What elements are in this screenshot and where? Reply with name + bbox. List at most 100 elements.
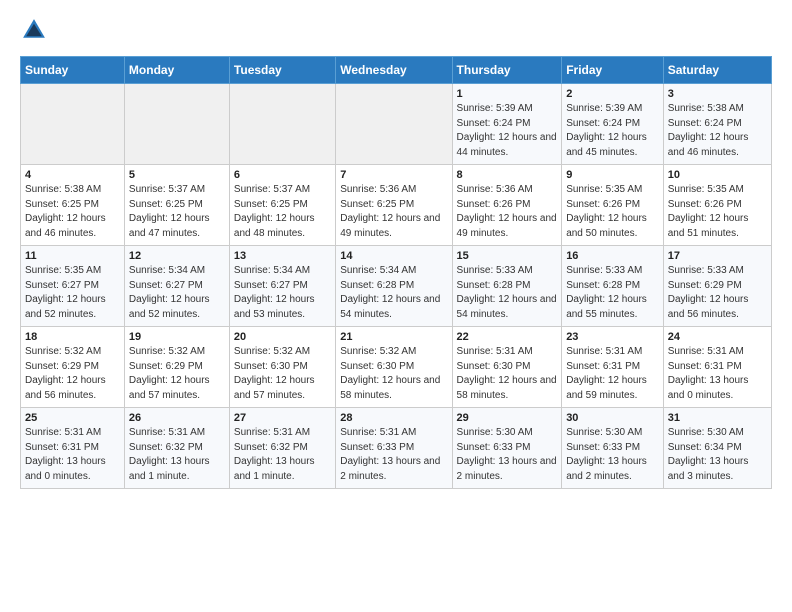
day-number: 4 — [25, 169, 120, 181]
day-info: Sunrise: 5:37 AMSunset: 6:25 PMDaylight:… — [129, 183, 225, 241]
day-number: 25 — [25, 412, 120, 424]
day-cell — [336, 84, 452, 165]
day-info: Sunrise: 5:31 AMSunset: 6:33 PMDaylight:… — [340, 426, 447, 484]
col-header-thursday: Thursday — [452, 57, 562, 84]
header — [20, 16, 772, 44]
day-cell: 6 Sunrise: 5:37 AMSunset: 6:25 PMDayligh… — [229, 165, 335, 246]
day-number: 12 — [129, 250, 225, 262]
logo — [20, 16, 52, 44]
day-number: 8 — [457, 169, 558, 181]
day-cell: 21 Sunrise: 5:32 AMSunset: 6:30 PMDaylig… — [336, 327, 452, 408]
day-info: Sunrise: 5:32 AMSunset: 6:30 PMDaylight:… — [340, 345, 447, 403]
day-number: 27 — [234, 412, 331, 424]
day-info: Sunrise: 5:35 AMSunset: 6:26 PMDaylight:… — [566, 183, 659, 241]
day-cell: 9 Sunrise: 5:35 AMSunset: 6:26 PMDayligh… — [562, 165, 664, 246]
day-cell: 27 Sunrise: 5:31 AMSunset: 6:32 PMDaylig… — [229, 408, 335, 489]
day-cell: 2 Sunrise: 5:39 AMSunset: 6:24 PMDayligh… — [562, 84, 664, 165]
day-number: 20 — [234, 331, 331, 343]
calendar-table: SundayMondayTuesdayWednesdayThursdayFrid… — [20, 56, 772, 489]
day-info: Sunrise: 5:32 AMSunset: 6:30 PMDaylight:… — [234, 345, 331, 403]
day-number: 2 — [566, 88, 659, 100]
day-cell: 16 Sunrise: 5:33 AMSunset: 6:28 PMDaylig… — [562, 246, 664, 327]
day-number: 10 — [668, 169, 767, 181]
day-cell: 3 Sunrise: 5:38 AMSunset: 6:24 PMDayligh… — [663, 84, 771, 165]
day-info: Sunrise: 5:30 AMSunset: 6:34 PMDaylight:… — [668, 426, 767, 484]
day-cell: 14 Sunrise: 5:34 AMSunset: 6:28 PMDaylig… — [336, 246, 452, 327]
day-cell: 5 Sunrise: 5:37 AMSunset: 6:25 PMDayligh… — [124, 165, 229, 246]
day-info: Sunrise: 5:31 AMSunset: 6:32 PMDaylight:… — [234, 426, 331, 484]
day-number: 11 — [25, 250, 120, 262]
col-header-wednesday: Wednesday — [336, 57, 452, 84]
day-cell — [21, 84, 125, 165]
day-number: 26 — [129, 412, 225, 424]
day-cell: 17 Sunrise: 5:33 AMSunset: 6:29 PMDaylig… — [663, 246, 771, 327]
week-row-4: 18 Sunrise: 5:32 AMSunset: 6:29 PMDaylig… — [21, 327, 772, 408]
day-number: 24 — [668, 331, 767, 343]
day-info: Sunrise: 5:31 AMSunset: 6:31 PMDaylight:… — [25, 426, 120, 484]
day-cell: 31 Sunrise: 5:30 AMSunset: 6:34 PMDaylig… — [663, 408, 771, 489]
day-cell — [124, 84, 229, 165]
day-cell — [229, 84, 335, 165]
day-number: 30 — [566, 412, 659, 424]
day-number: 5 — [129, 169, 225, 181]
day-cell: 8 Sunrise: 5:36 AMSunset: 6:26 PMDayligh… — [452, 165, 562, 246]
day-cell: 18 Sunrise: 5:32 AMSunset: 6:29 PMDaylig… — [21, 327, 125, 408]
day-number: 21 — [340, 331, 447, 343]
day-number: 7 — [340, 169, 447, 181]
day-info: Sunrise: 5:30 AMSunset: 6:33 PMDaylight:… — [457, 426, 558, 484]
day-info: Sunrise: 5:39 AMSunset: 6:24 PMDaylight:… — [566, 102, 659, 160]
day-number: 23 — [566, 331, 659, 343]
day-info: Sunrise: 5:37 AMSunset: 6:25 PMDaylight:… — [234, 183, 331, 241]
day-number: 6 — [234, 169, 331, 181]
day-info: Sunrise: 5:30 AMSunset: 6:33 PMDaylight:… — [566, 426, 659, 484]
day-cell: 15 Sunrise: 5:33 AMSunset: 6:28 PMDaylig… — [452, 246, 562, 327]
day-info: Sunrise: 5:31 AMSunset: 6:31 PMDaylight:… — [668, 345, 767, 403]
day-number: 3 — [668, 88, 767, 100]
week-row-5: 25 Sunrise: 5:31 AMSunset: 6:31 PMDaylig… — [21, 408, 772, 489]
col-header-friday: Friday — [562, 57, 664, 84]
day-info: Sunrise: 5:32 AMSunset: 6:29 PMDaylight:… — [25, 345, 120, 403]
day-info: Sunrise: 5:38 AMSunset: 6:25 PMDaylight:… — [25, 183, 120, 241]
day-cell: 26 Sunrise: 5:31 AMSunset: 6:32 PMDaylig… — [124, 408, 229, 489]
day-cell: 30 Sunrise: 5:30 AMSunset: 6:33 PMDaylig… — [562, 408, 664, 489]
page: SundayMondayTuesdayWednesdayThursdayFrid… — [0, 0, 792, 505]
day-cell: 20 Sunrise: 5:32 AMSunset: 6:30 PMDaylig… — [229, 327, 335, 408]
day-info: Sunrise: 5:31 AMSunset: 6:30 PMDaylight:… — [457, 345, 558, 403]
day-number: 16 — [566, 250, 659, 262]
day-number: 13 — [234, 250, 331, 262]
day-info: Sunrise: 5:31 AMSunset: 6:31 PMDaylight:… — [566, 345, 659, 403]
week-row-2: 4 Sunrise: 5:38 AMSunset: 6:25 PMDayligh… — [21, 165, 772, 246]
col-header-tuesday: Tuesday — [229, 57, 335, 84]
week-row-3: 11 Sunrise: 5:35 AMSunset: 6:27 PMDaylig… — [21, 246, 772, 327]
day-cell: 24 Sunrise: 5:31 AMSunset: 6:31 PMDaylig… — [663, 327, 771, 408]
day-info: Sunrise: 5:35 AMSunset: 6:26 PMDaylight:… — [668, 183, 767, 241]
day-cell: 7 Sunrise: 5:36 AMSunset: 6:25 PMDayligh… — [336, 165, 452, 246]
day-info: Sunrise: 5:33 AMSunset: 6:28 PMDaylight:… — [566, 264, 659, 322]
day-cell: 23 Sunrise: 5:31 AMSunset: 6:31 PMDaylig… — [562, 327, 664, 408]
day-info: Sunrise: 5:38 AMSunset: 6:24 PMDaylight:… — [668, 102, 767, 160]
day-info: Sunrise: 5:34 AMSunset: 6:28 PMDaylight:… — [340, 264, 447, 322]
day-number: 14 — [340, 250, 447, 262]
day-number: 29 — [457, 412, 558, 424]
day-info: Sunrise: 5:33 AMSunset: 6:29 PMDaylight:… — [668, 264, 767, 322]
day-number: 15 — [457, 250, 558, 262]
day-cell: 10 Sunrise: 5:35 AMSunset: 6:26 PMDaylig… — [663, 165, 771, 246]
day-number: 19 — [129, 331, 225, 343]
day-number: 18 — [25, 331, 120, 343]
day-cell: 22 Sunrise: 5:31 AMSunset: 6:30 PMDaylig… — [452, 327, 562, 408]
day-cell: 4 Sunrise: 5:38 AMSunset: 6:25 PMDayligh… — [21, 165, 125, 246]
day-info: Sunrise: 5:31 AMSunset: 6:32 PMDaylight:… — [129, 426, 225, 484]
day-cell: 29 Sunrise: 5:30 AMSunset: 6:33 PMDaylig… — [452, 408, 562, 489]
day-number: 31 — [668, 412, 767, 424]
day-number: 28 — [340, 412, 447, 424]
calendar-header-row: SundayMondayTuesdayWednesdayThursdayFrid… — [21, 57, 772, 84]
week-row-1: 1 Sunrise: 5:39 AMSunset: 6:24 PMDayligh… — [21, 84, 772, 165]
day-cell: 28 Sunrise: 5:31 AMSunset: 6:33 PMDaylig… — [336, 408, 452, 489]
day-info: Sunrise: 5:36 AMSunset: 6:26 PMDaylight:… — [457, 183, 558, 241]
day-cell: 11 Sunrise: 5:35 AMSunset: 6:27 PMDaylig… — [21, 246, 125, 327]
day-cell: 13 Sunrise: 5:34 AMSunset: 6:27 PMDaylig… — [229, 246, 335, 327]
day-info: Sunrise: 5:34 AMSunset: 6:27 PMDaylight:… — [129, 264, 225, 322]
day-info: Sunrise: 5:34 AMSunset: 6:27 PMDaylight:… — [234, 264, 331, 322]
logo-icon — [20, 16, 48, 44]
day-cell: 12 Sunrise: 5:34 AMSunset: 6:27 PMDaylig… — [124, 246, 229, 327]
